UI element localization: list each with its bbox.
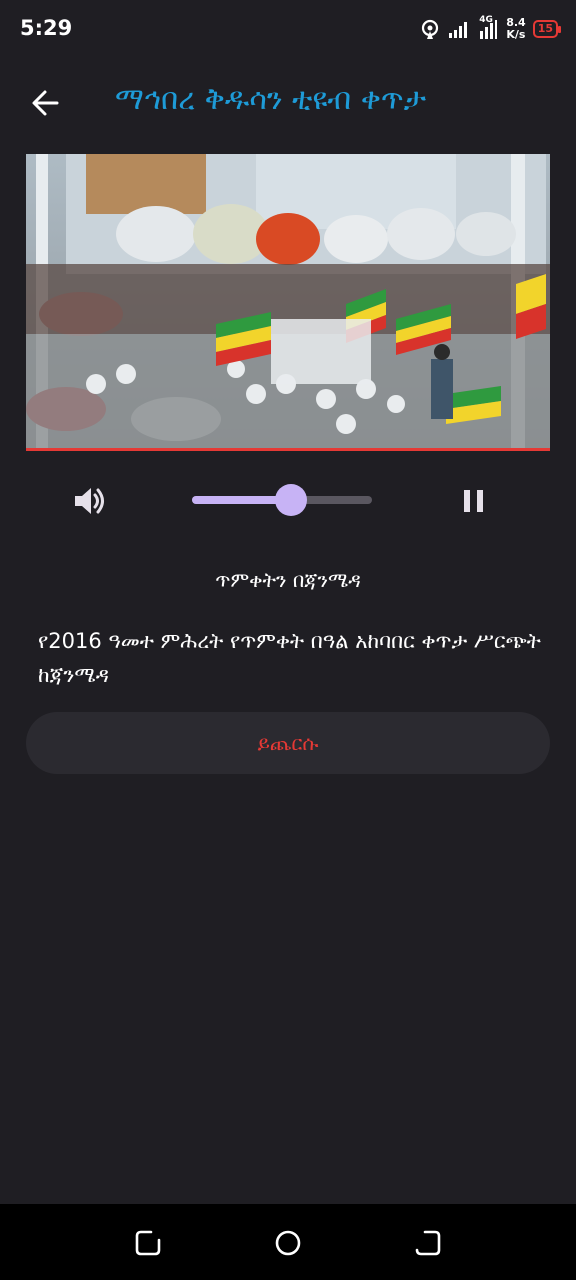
player-controls [0, 470, 576, 530]
home-icon [275, 1230, 301, 1256]
status-icons: 4G 8.4 K/s 15 [419, 14, 562, 44]
nav-back-button[interactable] [413, 1228, 443, 1258]
app-bar: ማኅበረ ቅዱሳን ቲዩብ ቀጥታ [0, 70, 576, 134]
page-title: ማኅበረ ቅዱሳን ቲዩብ ቀጥታ [115, 82, 427, 117]
pause-button[interactable] [458, 482, 490, 520]
volume-slider[interactable] [192, 484, 372, 516]
pause-icon [464, 490, 483, 512]
track-title: ጥምቀትን በጃንሜዳ [215, 568, 361, 592]
status-bar: 5:29 4G 8.4 K/s 15 [0, 0, 576, 60]
mobile-data-indicator: 4G [477, 15, 499, 40]
close-button[interactable]: ይጨርሱ [26, 712, 550, 774]
back-button[interactable] [26, 84, 64, 122]
track-description: የ2016 ዓመተ ምሕረት የጥምቀት በዓል አከባበር ቀጥታ ሥርጭት … [38, 629, 541, 687]
battery-indicator: 15 [532, 20, 562, 38]
video-frame [26, 154, 550, 448]
signal-4g-icon [480, 20, 498, 39]
arrow-left-icon [32, 90, 59, 116]
video-player[interactable] [26, 154, 550, 451]
net-speed-unit: K/s [506, 28, 526, 41]
volume-icon [75, 488, 104, 514]
recents-button[interactable] [133, 1228, 163, 1258]
volume-slider-thumb[interactable] [275, 484, 307, 516]
signal-icon [449, 22, 468, 38]
home-button[interactable] [273, 1228, 303, 1258]
volume-button[interactable] [70, 482, 108, 520]
system-nav-bar [0, 1204, 576, 1280]
back-icon [415, 1230, 441, 1256]
hotspot-icon [422, 19, 439, 39]
net-speed: 8.4 K/s [506, 17, 526, 41]
status-time: 5:29 [20, 16, 73, 40]
recents-icon [135, 1230, 161, 1256]
